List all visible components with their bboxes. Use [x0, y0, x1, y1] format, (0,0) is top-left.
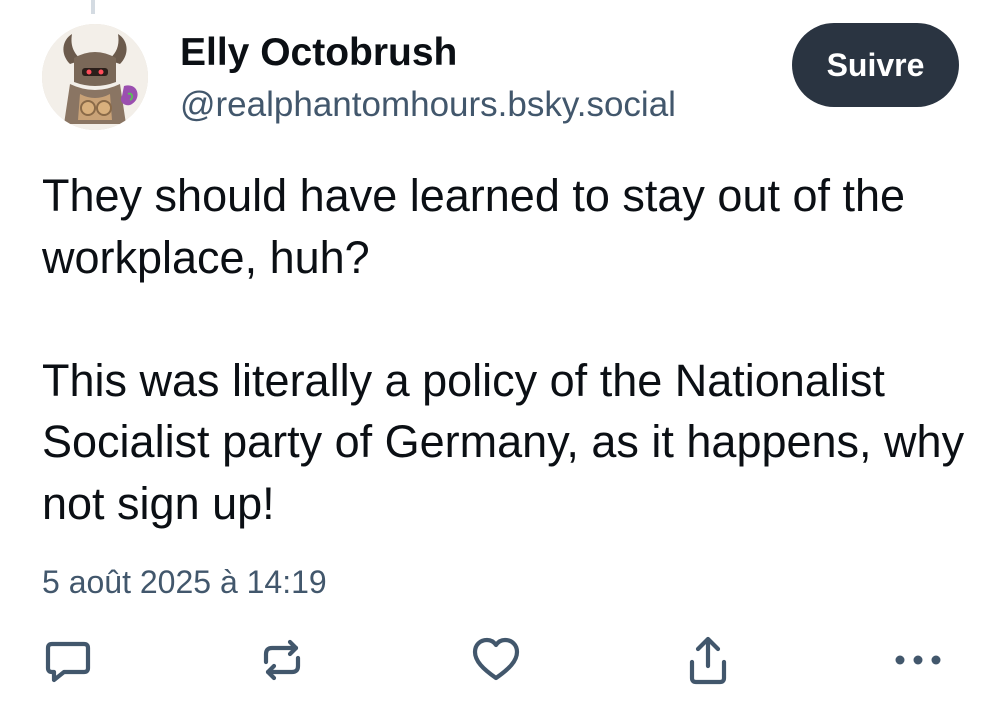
more-options-button[interactable]	[888, 630, 948, 690]
avatar[interactable]	[42, 24, 148, 130]
post-timestamp[interactable]: 5 août 2025 à 14:19	[42, 562, 327, 602]
author-handle[interactable]: @realphantomhours.bsky.social	[180, 84, 676, 126]
author-display-name[interactable]: Elly Octobrush	[180, 30, 457, 76]
follow-button[interactable]: Suivre	[792, 23, 959, 107]
post-actions-bar	[0, 630, 1000, 700]
reply-icon	[45, 641, 91, 683]
repost-button[interactable]	[252, 630, 312, 690]
post-paragraph: This was literally a policy of the Natio…	[42, 354, 965, 529]
thread-connector-line	[91, 0, 95, 14]
post-text: They should have learned to stay out of …	[42, 165, 982, 534]
share-icon	[689, 636, 727, 685]
like-button[interactable]	[466, 630, 526, 690]
like-icon	[472, 637, 520, 681]
more-icon	[895, 655, 941, 665]
share-button[interactable]	[678, 630, 738, 690]
repost-icon	[263, 639, 301, 681]
avatar-image	[42, 24, 148, 130]
reply-button[interactable]	[38, 630, 98, 690]
post-paragraph: They should have learned to stay out of …	[42, 170, 906, 283]
